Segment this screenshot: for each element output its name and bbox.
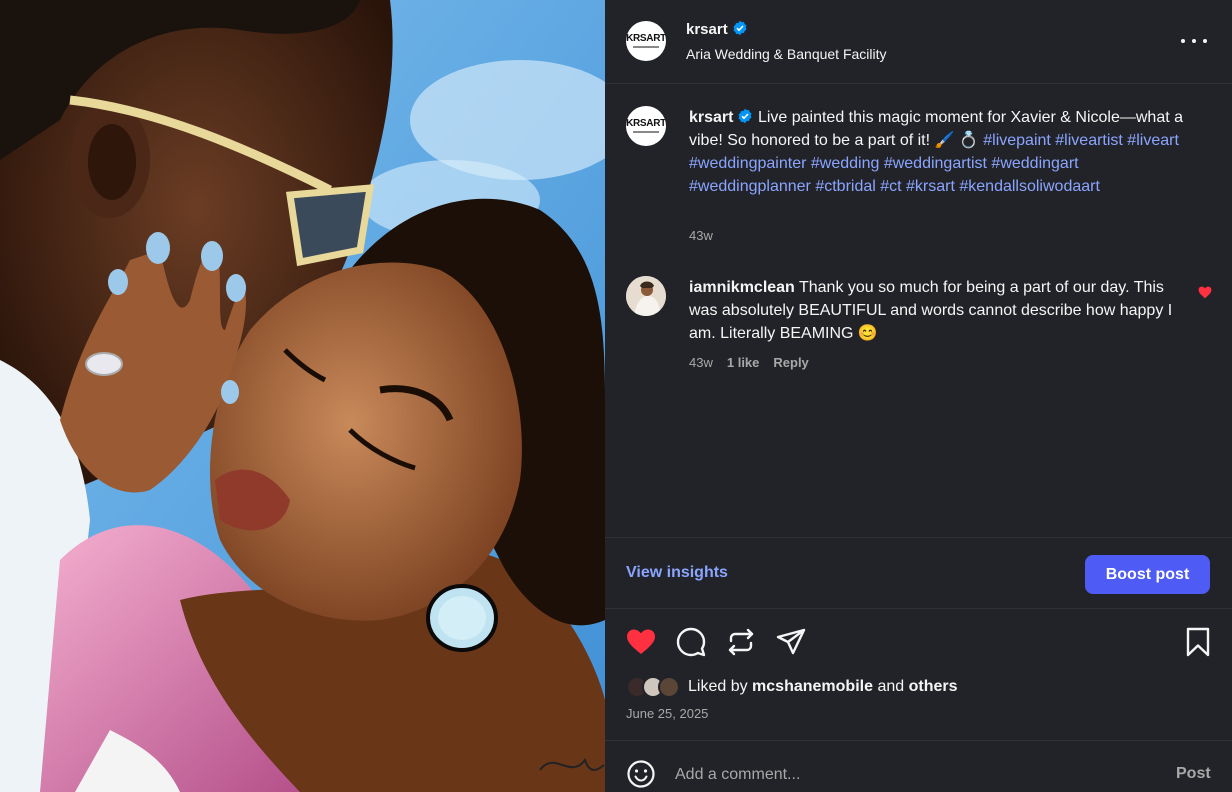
post-detail-panel: KRSART krsart Aria Wedding & Banquet Fac… (605, 0, 1232, 792)
comment-username[interactable]: iamnikmclean (689, 279, 795, 296)
liked-by-row[interactable]: Liked by mcshanemobile and others (626, 676, 958, 698)
post-actions (605, 620, 1232, 664)
share-icon[interactable] (775, 626, 807, 658)
liked-by-others[interactable]: others (909, 678, 958, 696)
boost-post-button[interactable]: Boost post (1085, 555, 1210, 594)
liker-avatars (626, 676, 680, 698)
commenter-photo (626, 276, 666, 316)
comment-timestamp[interactable]: 43w (689, 355, 713, 370)
comment-text: iamnikmclean Thank you so much for being… (689, 276, 1189, 345)
heart-icon[interactable] (625, 626, 657, 658)
liker-avatar (658, 676, 680, 698)
caption-avatar[interactable]: KRSART (626, 106, 666, 146)
insights-bar: View insights Boost post (605, 537, 1232, 609)
post-date[interactable]: June 25, 2025 (626, 706, 708, 721)
avatar-logo-text: KRSART (626, 118, 666, 129)
painting-couple (0, 0, 605, 792)
author-avatar[interactable]: KRSART (626, 21, 666, 61)
commenter-avatar[interactable] (626, 276, 666, 316)
emoji-icon[interactable] (626, 759, 656, 789)
post-header: KRSART krsart Aria Wedding & Banquet Fac… (605, 0, 1232, 84)
caption-username[interactable]: krsart (689, 109, 733, 126)
liked-by-user[interactable]: mcshanemobile (752, 678, 873, 696)
avatar-logo-underline (633, 46, 659, 48)
bookmark-icon[interactable] (1182, 626, 1214, 658)
liked-by-prefix: Liked by (688, 678, 748, 695)
comment-input[interactable] (675, 763, 1145, 787)
caption-timestamp[interactable]: 43w (689, 228, 713, 243)
post-image[interactable] (0, 0, 605, 792)
author-name-row: krsart (686, 20, 748, 39)
comment-like-count[interactable]: 1 like (727, 355, 760, 370)
add-comment-bar: Post (605, 740, 1232, 792)
verified-icon (738, 108, 752, 124)
avatar-logo-text: KRSART (626, 33, 666, 44)
verified-icon (733, 20, 747, 36)
caption-text: krsart Live painted this magic moment fo… (689, 106, 1189, 198)
view-insights-link[interactable]: View insights (626, 564, 728, 582)
comment-heart-icon[interactable] (1198, 286, 1212, 299)
comment-reply-button[interactable]: Reply (773, 355, 808, 370)
comment-icon[interactable] (675, 626, 707, 658)
liked-by-joiner: and (877, 678, 905, 695)
comment-meta: 43w 1 like Reply (689, 355, 809, 370)
post-location[interactable]: Aria Wedding & Banquet Facility (686, 46, 887, 62)
repost-icon[interactable] (725, 626, 757, 658)
more-options-icon[interactable] (1181, 32, 1207, 50)
post-comment-button[interactable]: Post (1176, 765, 1211, 783)
avatar-logo-underline (633, 131, 659, 133)
author-username[interactable]: krsart (686, 21, 728, 38)
